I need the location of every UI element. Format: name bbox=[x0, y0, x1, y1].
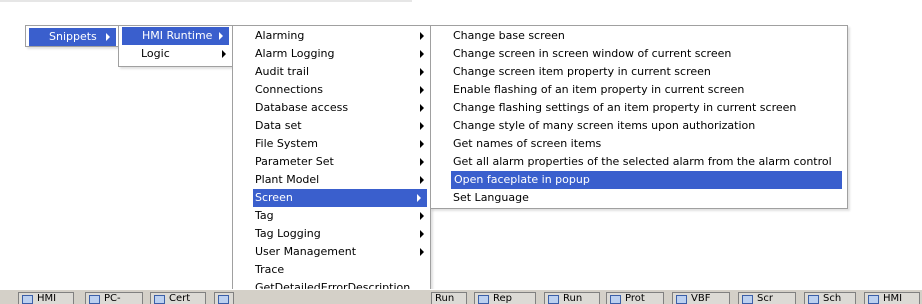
menu-item-trace[interactable]: Trace bbox=[233, 261, 430, 279]
category-menu: Alarming Alarm Logging Audit trail Conne… bbox=[232, 25, 431, 300]
submenu-arrow-icon bbox=[420, 50, 424, 58]
menu-item-label: Parameter Set bbox=[255, 155, 334, 168]
taskbar-button-vbf[interactable]: VBF bbox=[672, 292, 730, 304]
menu-item-label: Tag Logging bbox=[255, 227, 321, 240]
hmi-menu: HMI Runtime Logic bbox=[118, 25, 233, 67]
taskbar-label: Cert bbox=[169, 293, 191, 304]
menu-item-label: Get all alarm properties of the selected… bbox=[453, 155, 832, 168]
menu-item-label: Snippets bbox=[49, 30, 97, 43]
taskbar-button-hidden[interactable] bbox=[214, 292, 234, 304]
menu-item-audit-trail[interactable]: Audit trail bbox=[233, 63, 430, 81]
menu-item-change-screen-in-window[interactable]: Change screen in screen window of curren… bbox=[431, 45, 847, 63]
menu-item-label: File System bbox=[255, 137, 318, 150]
submenu-arrow-icon bbox=[106, 33, 110, 41]
taskbar-label: PC- bbox=[104, 293, 121, 304]
menu-item-label: User Management bbox=[255, 245, 357, 258]
taskbar-button-prot[interactable]: Prot bbox=[606, 292, 664, 304]
taskbar-label: Prot bbox=[625, 293, 645, 304]
submenu-arrow-icon bbox=[420, 68, 424, 76]
taskbar-button-hmi-2[interactable]: HMI bbox=[864, 292, 920, 304]
menu-item-change-flashing-settings[interactable]: Change flashing settings of an item prop… bbox=[431, 99, 847, 117]
taskbar-label: Run bbox=[563, 293, 583, 304]
taskbar-button-hmi[interactable]: HMI bbox=[18, 292, 74, 304]
menu-item-snippets[interactable]: Snippets bbox=[29, 28, 116, 46]
taskbar-button-run-2[interactable]: Run bbox=[544, 292, 600, 304]
menu-item-connections[interactable]: Connections bbox=[233, 81, 430, 99]
menu-item-logic[interactable]: Logic bbox=[119, 45, 232, 63]
taskbar-label: HMI bbox=[883, 293, 903, 304]
menu-item-set-language[interactable]: Set Language bbox=[431, 189, 847, 207]
taskbar-button-sch[interactable]: Sch bbox=[804, 292, 856, 304]
menu-item-label: Set Language bbox=[453, 191, 529, 204]
menu-item-label: Alarming bbox=[255, 29, 305, 42]
submenu-arrow-icon bbox=[420, 230, 424, 238]
screen-snippets-menu: Change base screen Change screen in scre… bbox=[430, 25, 848, 209]
menu-item-screen[interactable]: Screen bbox=[253, 189, 427, 207]
top-divider bbox=[0, 0, 412, 2]
menu-item-label: Alarm Logging bbox=[255, 47, 335, 60]
menu-item-alarming[interactable]: Alarming bbox=[233, 27, 430, 45]
taskbar-label: VBF bbox=[691, 293, 711, 304]
menu-item-label: Change screen item property in current s… bbox=[453, 65, 711, 78]
menu-item-label: Tag bbox=[255, 209, 274, 222]
menu-item-label: Enable flashing of an item property in c… bbox=[453, 83, 745, 96]
menu-item-label: Change base screen bbox=[453, 29, 565, 42]
menu-item-label: Change screen in screen window of curren… bbox=[453, 47, 732, 60]
submenu-arrow-icon bbox=[222, 50, 226, 58]
menu-item-label: Database access bbox=[255, 101, 349, 114]
taskbar-button-run-1[interactable]: Run bbox=[431, 292, 467, 304]
menu-item-file-system[interactable]: File System bbox=[233, 135, 430, 153]
taskbar-label: Run bbox=[435, 293, 455, 304]
menu-item-label: Screen bbox=[255, 191, 293, 204]
submenu-arrow-icon bbox=[420, 158, 424, 166]
menu-item-enable-flashing[interactable]: Enable flashing of an item property in c… bbox=[431, 81, 847, 99]
menu-item-database-access[interactable]: Database access bbox=[233, 99, 430, 117]
submenu-arrow-icon bbox=[420, 140, 424, 148]
menu-item-get-names-screen-items[interactable]: Get names of screen items bbox=[431, 135, 847, 153]
submenu-arrow-icon bbox=[219, 32, 223, 40]
menu-item-label: Connections bbox=[255, 83, 323, 96]
menu-item-hmi-runtime[interactable]: HMI Runtime bbox=[122, 27, 229, 45]
menu-item-open-faceplate-popup[interactable]: Open faceplate in popup bbox=[451, 171, 842, 189]
menu-item-label: Get names of screen items bbox=[453, 137, 602, 150]
submenu-arrow-icon bbox=[420, 122, 424, 130]
submenu-arrow-icon bbox=[420, 212, 424, 220]
menu-item-change-style-authorization[interactable]: Change style of many screen items upon a… bbox=[431, 117, 847, 135]
menu-item-user-management[interactable]: User Management bbox=[233, 243, 430, 261]
taskbar-label: Sch bbox=[823, 293, 842, 304]
menu-item-get-alarm-properties[interactable]: Get all alarm properties of the selected… bbox=[431, 153, 847, 171]
submenu-arrow-icon bbox=[420, 104, 424, 112]
menu-item-plant-model[interactable]: Plant Model bbox=[233, 171, 430, 189]
taskbar: HMI PC- Cert Run Rep Run Prot VBF Scr Sc… bbox=[0, 289, 922, 304]
submenu-arrow-icon bbox=[420, 32, 424, 40]
taskbar-button-scr[interactable]: Scr bbox=[738, 292, 796, 304]
menu-item-label: Data set bbox=[255, 119, 302, 132]
menu-item-label: Logic bbox=[141, 47, 170, 60]
taskbar-label: Scr bbox=[757, 293, 773, 304]
taskbar-button-pc[interactable]: PC- bbox=[85, 292, 143, 304]
submenu-arrow-icon bbox=[420, 248, 424, 256]
menu-item-change-base-screen[interactable]: Change base screen bbox=[431, 27, 847, 45]
menu-item-tag[interactable]: Tag bbox=[233, 207, 430, 225]
menu-item-data-set[interactable]: Data set bbox=[233, 117, 430, 135]
menu-item-label: Audit trail bbox=[255, 65, 310, 78]
submenu-arrow-icon bbox=[417, 194, 421, 202]
taskbar-button-rep[interactable]: Rep bbox=[474, 292, 536, 304]
menu-item-label: Trace bbox=[255, 263, 285, 276]
menu-item-label: Change style of many screen items upon a… bbox=[453, 119, 756, 132]
menu-item-alarm-logging[interactable]: Alarm Logging bbox=[233, 45, 430, 63]
menu-item-change-screen-item-property[interactable]: Change screen item property in current s… bbox=[431, 63, 847, 81]
snippets-menu: Snippets bbox=[25, 25, 120, 47]
taskbar-button-cert[interactable]: Cert bbox=[150, 292, 206, 304]
menu-item-label: HMI Runtime bbox=[142, 29, 213, 42]
submenu-arrow-icon bbox=[420, 176, 424, 184]
menu-item-tag-logging[interactable]: Tag Logging bbox=[233, 225, 430, 243]
taskbar-label: Rep bbox=[493, 293, 512, 304]
menu-item-parameter-set[interactable]: Parameter Set bbox=[233, 153, 430, 171]
menu-item-label: Plant Model bbox=[255, 173, 320, 186]
taskbar-label: HMI bbox=[37, 293, 57, 304]
menu-item-label: Change flashing settings of an item prop… bbox=[453, 101, 797, 114]
menu-item-label: Open faceplate in popup bbox=[454, 173, 590, 186]
submenu-arrow-icon bbox=[420, 86, 424, 94]
